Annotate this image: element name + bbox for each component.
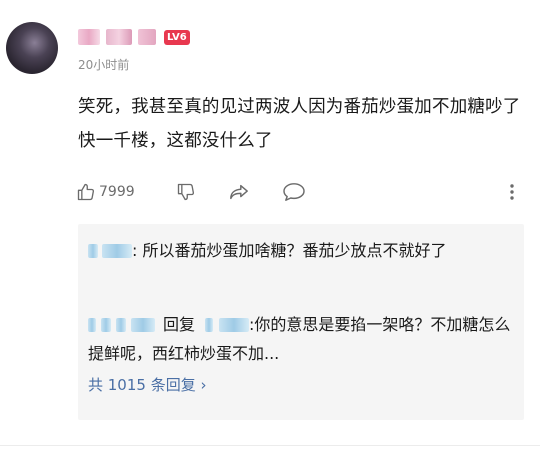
dislike-button[interactable]	[176, 178, 196, 206]
thumbs-up-icon	[76, 182, 96, 202]
reply-item[interactable]: : 所以番茄炒蛋加啥糖？番茄少放点不就好了	[88, 236, 514, 265]
speech-bubble-icon	[282, 182, 306, 202]
comment-timestamp: 20小时前	[78, 58, 130, 72]
view-all-replies-link[interactable]: 共 1015 条回复 ›	[88, 374, 207, 395]
comment-action-bar: 7999	[76, 178, 524, 206]
divider	[0, 445, 540, 446]
reply-text: : 所以番茄炒蛋加啥糖？番茄少放点不就好了	[132, 241, 447, 260]
username-blurred	[78, 29, 100, 45]
username-blurred	[138, 29, 156, 45]
reply-author-blurred	[131, 318, 155, 332]
thumbs-down-icon	[176, 182, 196, 202]
share-button[interactable]	[228, 178, 250, 206]
reply-keyword: 回复	[163, 315, 196, 334]
reply-author-blurred	[116, 318, 126, 332]
reply-author-blurred	[88, 244, 98, 258]
comment-text: 笑死，我甚至真的见过两波人因为番茄炒蛋加不加糖吵了快一千楼，这都没什么了	[78, 97, 521, 151]
reply-item[interactable]: 回复:你的意思是要掐一架咯？不加糖怎么提鲜呢，西红柿炒蛋不加...	[88, 310, 514, 368]
level-badge: LV6	[164, 29, 190, 45]
like-count: 7999	[99, 184, 135, 200]
more-options-button[interactable]	[508, 178, 516, 206]
username[interactable]: LV6	[78, 28, 190, 46]
chevron-right-icon: ›	[200, 376, 207, 394]
reply-author-blurred	[88, 318, 96, 332]
replies-count-label: 共 1015 条回复	[88, 376, 196, 394]
reply-author-blurred	[101, 318, 111, 332]
reply-target-blurred	[219, 318, 250, 332]
replies-preview[interactable]: : 所以番茄炒蛋加啥糖？番茄少放点不就好了 回复:你的意思是要掐一架咯？不加糖怎…	[78, 224, 524, 420]
vertical-dots-icon	[508, 182, 516, 202]
username-blurred	[106, 29, 132, 45]
reply-button[interactable]	[282, 178, 306, 206]
share-arrow-icon	[228, 182, 250, 202]
user-avatar[interactable]	[6, 22, 58, 74]
like-button[interactable]: 7999	[76, 178, 135, 206]
reply-author-blurred	[102, 244, 132, 258]
reply-target-blurred	[205, 318, 214, 332]
